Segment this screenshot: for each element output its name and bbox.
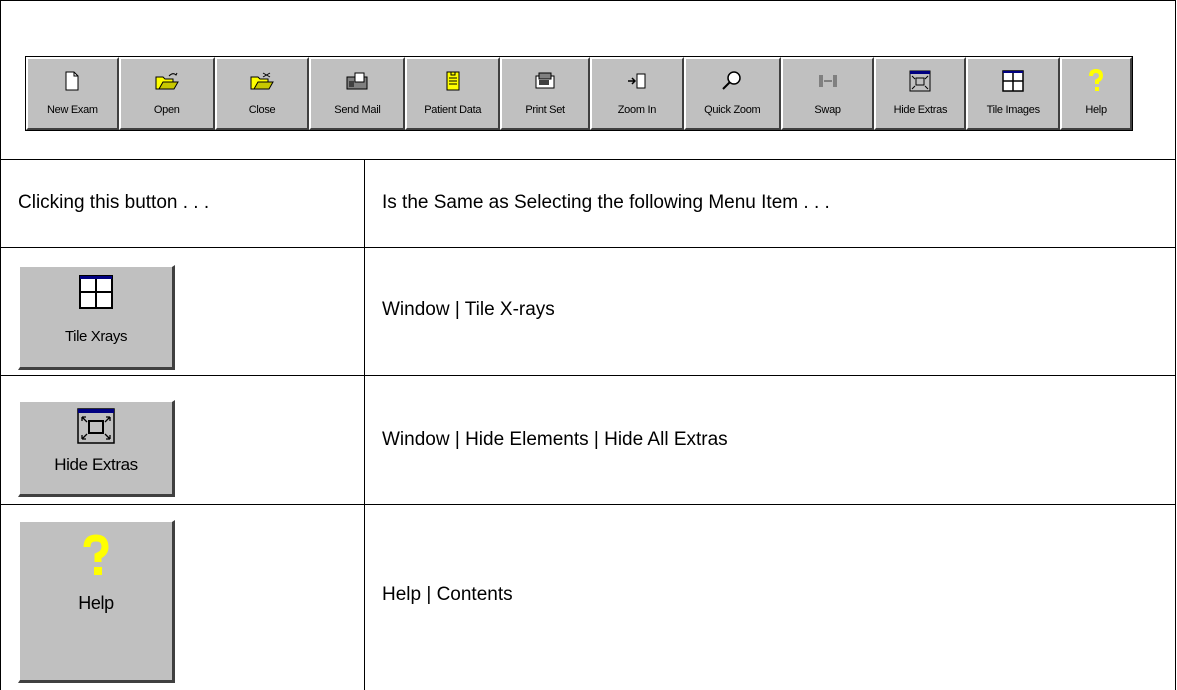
hide-extras-button[interactable]: Hide Extras xyxy=(874,57,967,130)
row-divider xyxy=(0,159,1176,160)
open-button[interactable]: Open xyxy=(118,57,215,130)
new-exam-button[interactable]: New Exam xyxy=(26,57,119,130)
tile-images-button[interactable]: Tile Images xyxy=(966,57,1061,130)
patient-data-button[interactable]: Patient Data xyxy=(405,57,501,130)
new-document-icon xyxy=(28,59,117,103)
hide-extras-icon xyxy=(77,408,115,449)
row-divider xyxy=(0,504,1176,505)
quick-zoom-button[interactable]: Quick Zoom xyxy=(683,57,781,130)
tile-images-icon xyxy=(968,59,1058,103)
tile-xrays-button[interactable]: Tile Xrays xyxy=(18,265,175,370)
toolbar: New Exam Open Close Send Mail Patient Da… xyxy=(25,56,1133,131)
patient-data-icon xyxy=(407,59,498,103)
swap-button[interactable]: Swap xyxy=(780,57,875,130)
row-divider xyxy=(0,247,1176,248)
help-big-button[interactable]: Help xyxy=(18,520,175,683)
menu-item-text: Window | Hide Elements | Hide All Extras xyxy=(382,429,728,450)
hide-extras-icon xyxy=(876,59,964,103)
header-col2: Is the Same as Selecting the following M… xyxy=(382,192,830,213)
help-button[interactable]: Help xyxy=(1060,57,1132,130)
send-mail-button[interactable]: Send Mail xyxy=(309,57,406,130)
help-icon xyxy=(1062,59,1130,103)
column-divider xyxy=(364,160,365,690)
help-icon xyxy=(81,534,111,583)
open-folder-icon xyxy=(121,59,213,103)
swap-icon xyxy=(783,59,873,103)
print-set-icon xyxy=(502,59,588,103)
tile-icon xyxy=(79,275,113,314)
close-folder-icon xyxy=(217,59,308,103)
border-right xyxy=(1175,0,1176,690)
zoom-in-icon xyxy=(592,59,682,103)
hide-extras-big-button[interactable]: Hide Extras xyxy=(18,400,175,497)
header-col1: Clicking this button . . . xyxy=(18,192,210,213)
zoom-in-button[interactable]: Zoom In xyxy=(589,57,684,130)
print-set-button[interactable]: Print Set xyxy=(500,57,590,130)
border-top xyxy=(0,0,1176,1)
send-mail-icon xyxy=(311,59,403,103)
quick-zoom-icon xyxy=(686,59,779,103)
menu-item-text: Window | Tile X-rays xyxy=(382,299,555,320)
row-divider xyxy=(0,375,1176,376)
menu-item-text: Help | Contents xyxy=(382,584,513,605)
close-button[interactable]: Close xyxy=(214,57,310,130)
border-left xyxy=(0,0,1,690)
